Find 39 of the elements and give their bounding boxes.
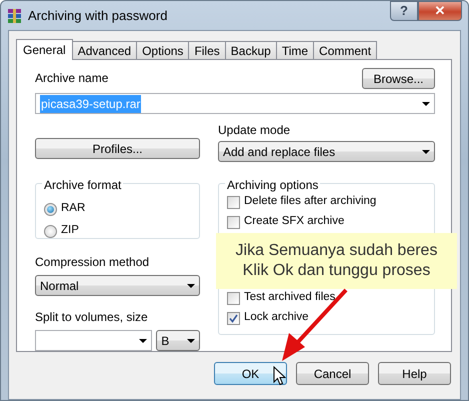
tab[interactable]: Advanced <box>72 41 138 59</box>
checkbox[interactable] <box>227 216 240 228</box>
field-label: Archive name <box>35 70 108 87</box>
checkbox[interactable] <box>227 292 240 304</box>
unit-select[interactable]: B <box>156 330 200 351</box>
tab[interactable]: Files <box>188 41 226 59</box>
checkbox[interactable] <box>227 312 240 324</box>
tab[interactable]: Time <box>276 41 314 59</box>
field-label: Split to volumes, size <box>35 309 149 326</box>
dialog-button[interactable]: Cancel <box>296 362 369 385</box>
field-label: Compression method <box>35 254 150 271</box>
update-mode-select[interactable]: Add and replace files <box>218 141 435 162</box>
field-label: Update mode <box>218 122 292 139</box>
checkbox-label: Create SFX archive <box>244 214 344 230</box>
compression-select[interactable]: Normal <box>35 275 200 296</box>
radio-label: RAR <box>61 201 86 216</box>
help-button[interactable]: ? <box>390 1 418 21</box>
checkbox-label: Test archived files <box>244 290 336 306</box>
dialog-button[interactable]: Help <box>378 362 451 385</box>
tab[interactable]: General <box>16 39 73 60</box>
radio-button[interactable] <box>44 202 57 216</box>
profiles-button[interactable]: Profiles... <box>35 138 200 159</box>
radio-label: ZIP <box>61 223 79 238</box>
browse-button[interactable]: Browse... <box>362 68 435 89</box>
dialog-button[interactable]: OK <box>214 362 287 385</box>
checkbox[interactable] <box>227 196 240 208</box>
tab[interactable]: Options <box>136 41 190 59</box>
volume-size-combo[interactable] <box>35 330 152 351</box>
window-title: Archiving with password <box>28 6 168 25</box>
mouse-cursor-icon <box>273 366 286 386</box>
checkbox-label: Lock archive <box>244 310 309 326</box>
checkbox-label: Delete files after archiving <box>244 194 376 210</box>
tab[interactable]: Backup <box>224 41 277 59</box>
close-button[interactable]: ✕ <box>418 1 462 21</box>
archive-books-icon <box>7 8 23 24</box>
tab[interactable]: Comment <box>313 41 378 59</box>
note-text: Klik Ok dan tunggu proses <box>242 261 430 281</box>
radio-button[interactable] <box>44 224 57 238</box>
note-text: Jika Semuanya sudah beres <box>236 241 438 261</box>
